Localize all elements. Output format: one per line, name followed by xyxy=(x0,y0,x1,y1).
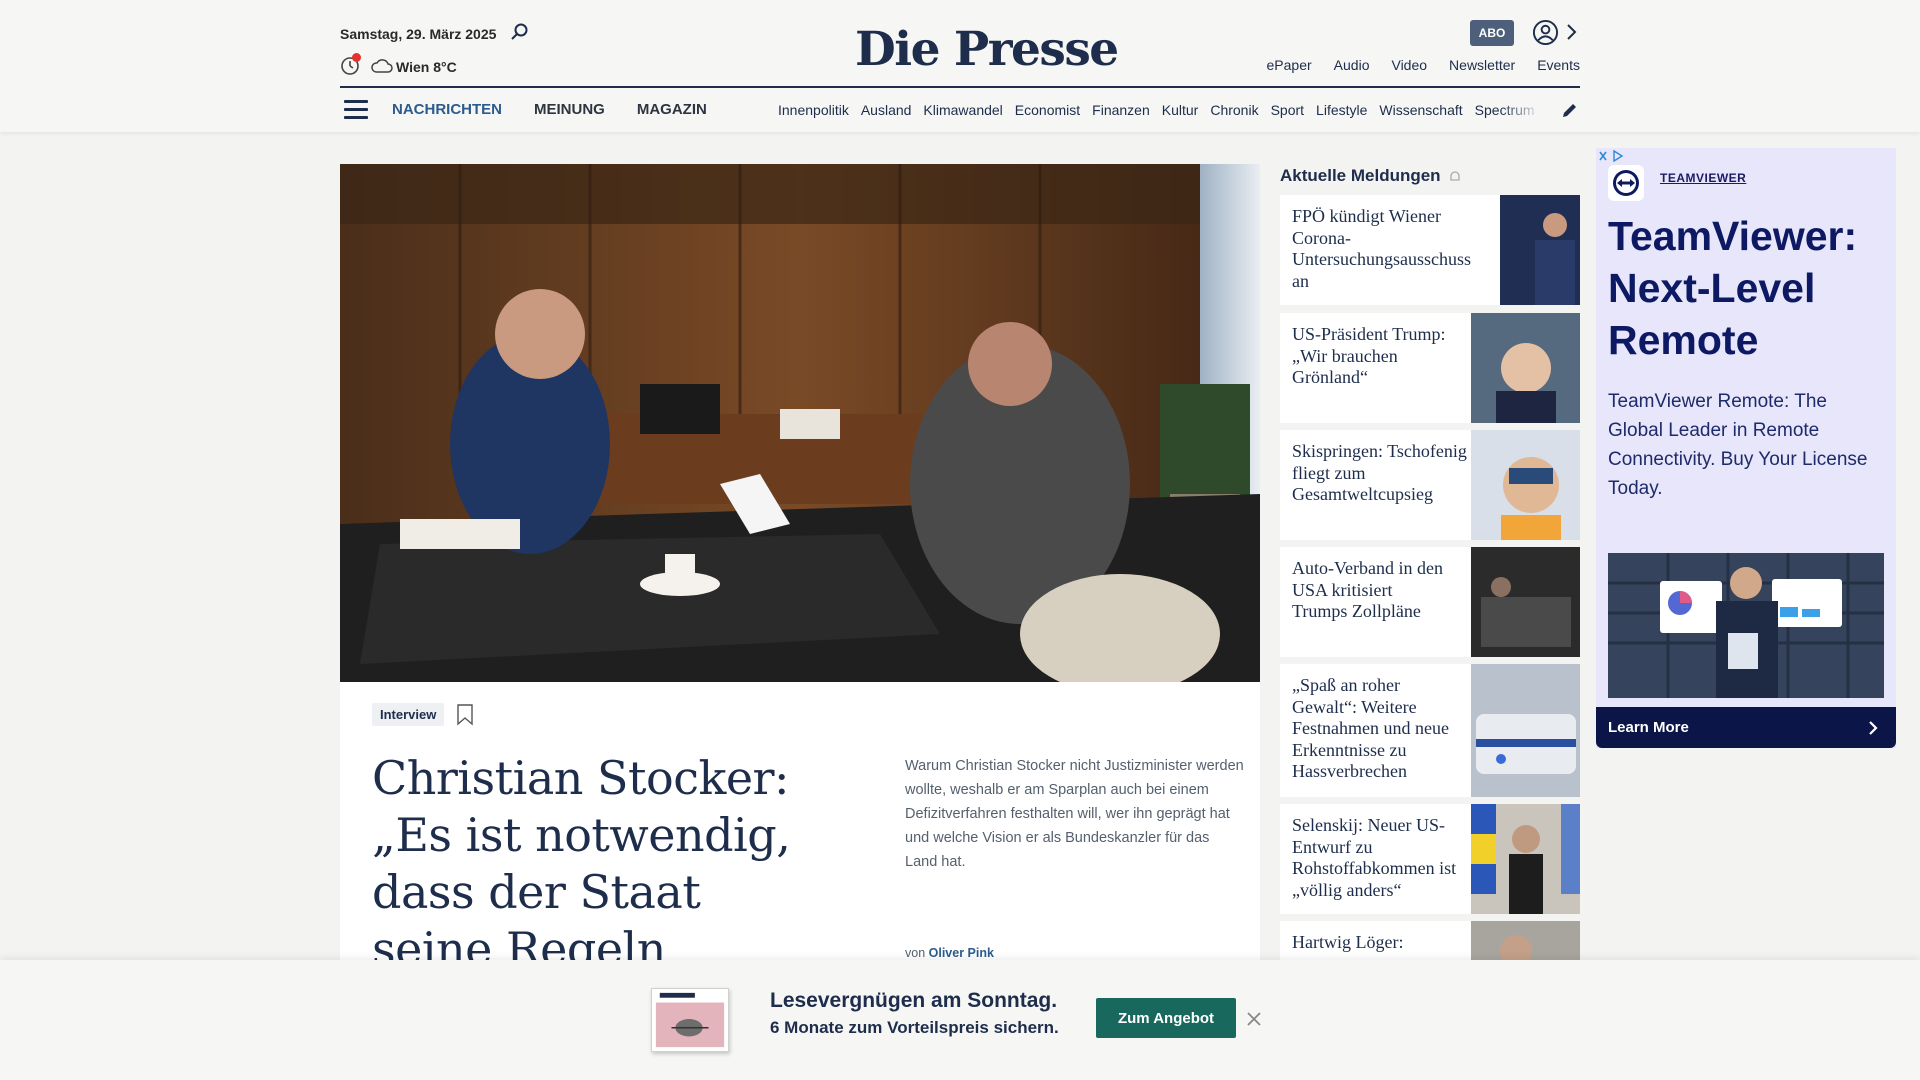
header-divider xyxy=(340,86,1580,88)
cloud-icon xyxy=(371,59,393,73)
ad-headline[interactable]: TeamViewer: Next-Level Remote xyxy=(1608,210,1888,366)
nav-nachrichten[interactable]: NACHRICHTEN xyxy=(392,101,502,118)
weather-label: Wien 8°C xyxy=(396,59,457,75)
news-thumbnail xyxy=(1471,664,1580,797)
current-date: Samstag, 29. März 2025 xyxy=(340,26,497,42)
ad-image[interactable] xyxy=(1608,553,1884,698)
menu-icon[interactable] xyxy=(344,100,368,120)
user-icon[interactable] xyxy=(1532,19,1559,46)
author-prefix: von xyxy=(905,946,926,960)
top-link-events[interactable]: Events xyxy=(1537,57,1580,73)
news-headline: Auto-Verband in den USA kritisiert Trump… xyxy=(1292,558,1443,621)
teamviewer-logo-icon xyxy=(1608,165,1644,201)
banner-headline: Lesevergnügen am Sonntag. xyxy=(770,989,1058,1012)
chevron-right-icon[interactable] xyxy=(1564,22,1578,42)
bell-icon xyxy=(1450,171,1460,181)
subnav-lifestyle[interactable]: Lifestyle xyxy=(1316,102,1367,118)
subnav-fade xyxy=(1500,98,1542,124)
news-item[interactable]: US-Präsident Trump: „Wir brauchen Grönla… xyxy=(1280,313,1580,423)
subnav-sport[interactable]: Sport xyxy=(1271,102,1304,118)
author-name[interactable]: Oliver Pink xyxy=(929,946,994,960)
news-headline: FPÖ kündigt Wiener Corona-Untersuchungsa… xyxy=(1292,206,1471,291)
top-link-audio[interactable]: Audio xyxy=(1334,57,1370,73)
news-item[interactable]: Skispringen: Tschofenig fliegt zum Gesam… xyxy=(1280,430,1580,540)
subnav-chronik[interactable]: Chronik xyxy=(1210,102,1258,118)
newspaper-thumbnail xyxy=(651,988,729,1052)
subnav-ausland[interactable]: Ausland xyxy=(861,102,912,118)
nav-magazin[interactable]: MAGAZIN xyxy=(637,101,707,118)
news-item[interactable]: „Spaß an roher Gewalt“: Weitere Festnahm… xyxy=(1280,664,1580,797)
top-links: ePaper Audio Video Newsletter Events xyxy=(1267,57,1580,73)
pencil-icon[interactable] xyxy=(1561,101,1579,119)
news-section-title: Aktuelle Meldungen xyxy=(1280,166,1441,185)
news-thumbnail xyxy=(1471,430,1580,540)
article-author: von Oliver Pink xyxy=(905,946,994,960)
news-thumbnail xyxy=(1471,547,1580,657)
hero-image[interactable] xyxy=(340,164,1260,682)
top-link-epaper[interactable]: ePaper xyxy=(1267,57,1312,73)
news-headline: Skispringen: Tschofenig fliegt zum Gesam… xyxy=(1292,441,1467,504)
ad-brand[interactable]: TEAMVIEWER xyxy=(1660,171,1746,185)
article-teaser: Warum Christian Stocker nicht Justizmini… xyxy=(905,758,1244,870)
news-thumbnail xyxy=(1471,313,1580,423)
banner-subline: 6 Monate zum Vorteilspreis sichern. xyxy=(770,1018,1059,1037)
news-item[interactable]: Selenskij: Neuer US-Entwurf zu Rohstoffa… xyxy=(1280,804,1580,914)
article-tag[interactable]: Interview xyxy=(372,703,445,726)
news-thumbnail xyxy=(1500,195,1580,305)
subnav-wissenschaft[interactable]: Wissenschaft xyxy=(1379,102,1462,118)
subnav-economist[interactable]: Economist xyxy=(1015,102,1080,118)
abo-button[interactable]: ABO xyxy=(1470,20,1514,46)
nav-meinung[interactable]: MEINUNG xyxy=(534,101,605,118)
news-item[interactable]: FPÖ kündigt Wiener Corona-Untersuchungsa… xyxy=(1280,195,1580,305)
lead-article[interactable]: Interview Christian Stocker: „Es ist not… xyxy=(340,682,1260,1033)
site-header: Samstag, 29. März 2025 Wien 8°C Die Pres… xyxy=(0,0,1920,132)
top-link-newsletter[interactable]: Newsletter xyxy=(1449,57,1515,73)
top-link-video[interactable]: Video xyxy=(1391,57,1427,73)
subnav-finanzen[interactable]: Finanzen xyxy=(1092,102,1150,118)
news-item[interactable]: Hartwig Löger: xyxy=(1280,921,1580,960)
sub-nav: Innenpolitik Ausland Klimawandel Economi… xyxy=(778,102,1540,118)
news-thumbnail xyxy=(1471,921,1580,960)
ad-body: TeamViewer Remote: The Global Leader in … xyxy=(1608,391,1868,499)
notification-dot xyxy=(352,53,361,62)
chevron-right-icon xyxy=(1869,721,1878,735)
close-icon[interactable] xyxy=(1246,1011,1262,1027)
site-logo[interactable]: Die Presse xyxy=(855,22,1119,77)
news-headline: US-Präsident Trump: „Wir brauchen Grönla… xyxy=(1292,324,1446,387)
news-headline: Selenskij: Neuer US-Entwurf zu Rohstoffa… xyxy=(1292,815,1457,900)
search-icon[interactable] xyxy=(510,22,530,42)
news-item[interactable]: Auto-Verband in den USA kritisiert Trump… xyxy=(1280,547,1580,657)
bookmark-icon[interactable] xyxy=(456,704,474,726)
ad-cta-label: Learn More xyxy=(1608,719,1689,736)
subscription-banner: Lesevergnügen am Sonntag. 6 Monate zum V… xyxy=(0,960,1920,1080)
subnav-innenpolitik[interactable]: Innenpolitik xyxy=(778,102,849,118)
main-nav: NACHRICHTEN MEINUNG MAGAZIN xyxy=(392,101,707,118)
subnav-klimawandel[interactable]: Klimawandel xyxy=(923,102,1002,118)
subnav-kultur[interactable]: Kultur xyxy=(1162,102,1199,118)
ad-learn-more-button[interactable]: Learn More xyxy=(1596,707,1896,748)
ad-choices-icon[interactable] xyxy=(1598,150,1626,162)
news-headline: „Spaß an roher Gewalt“: Weitere Festnahm… xyxy=(1292,675,1449,781)
news-thumbnail xyxy=(1471,804,1580,914)
offer-button[interactable]: Zum Angebot xyxy=(1096,998,1236,1038)
news-headline: Hartwig Löger: xyxy=(1292,932,1404,952)
